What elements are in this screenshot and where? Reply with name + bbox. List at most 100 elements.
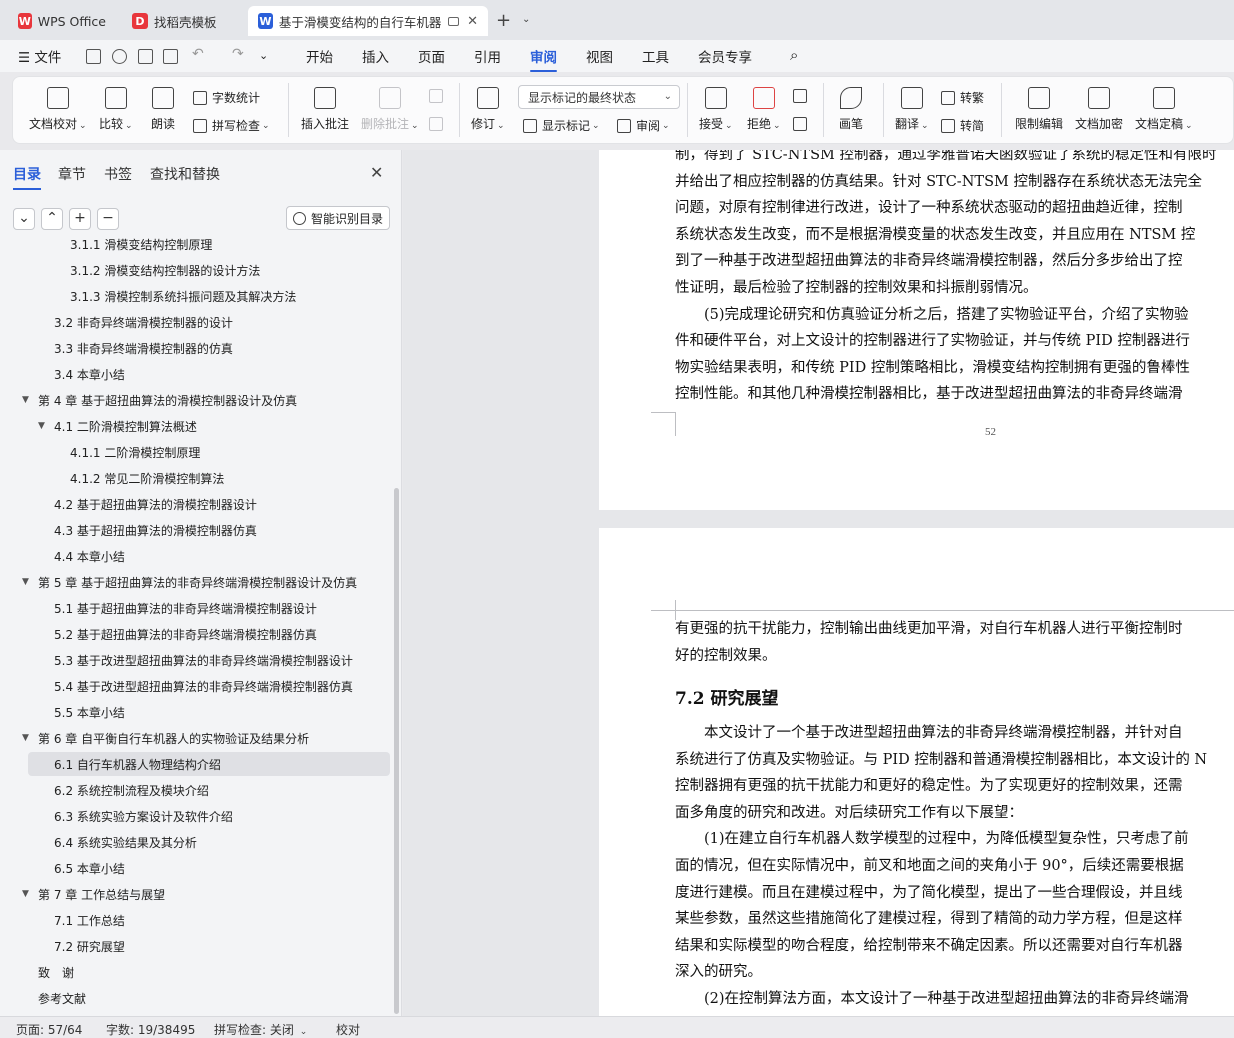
toc-item[interactable]: 3.2 非奇异终端滑模控制器的设计: [28, 310, 390, 334]
next-comment-icon[interactable]: [429, 117, 448, 131]
toc-item[interactable]: 6.4 系统实验结果及其分析: [28, 830, 390, 854]
close-tab-icon[interactable]: ✕: [467, 14, 478, 29]
menu-tab-insert[interactable]: 插入: [362, 46, 389, 66]
previous-change-icon[interactable]: [793, 89, 812, 103]
toc-item[interactable]: 7.2 研究展望: [28, 934, 390, 958]
proof-status[interactable]: 校对: [336, 1021, 360, 1038]
undo-icon[interactable]: ↶: [192, 46, 204, 62]
toc-item[interactable]: 5.3 基于改进型超扭曲算法的非奇异终端滑模控制器设计: [28, 648, 390, 672]
menu-tab-home[interactable]: 开始: [306, 46, 333, 66]
pen-button[interactable]: 画笔: [839, 87, 863, 132]
toc-item[interactable]: 5.4 基于改进型超扭曲算法的非奇异终端滑模控制器仿真: [28, 674, 390, 698]
redo-icon[interactable]: ↷: [232, 46, 244, 62]
expand-triangle-icon[interactable]: ▼: [22, 733, 29, 743]
toc-item[interactable]: 3.1.3 滑模控制系统抖振问题及其解决方法: [28, 284, 390, 308]
toc-item[interactable]: 5.5 本章小结: [28, 700, 390, 724]
toc-item[interactable]: 5.1 基于超扭曲算法的非奇异终端滑模控制器设计: [28, 596, 390, 620]
tab-document[interactable]: W 基于滑模变结构的自行车机器人 ✕: [248, 6, 488, 36]
page-indicator[interactable]: 页面: 57/64: [16, 1021, 82, 1038]
encrypt-button[interactable]: 文档加密: [1075, 87, 1123, 132]
word-count-button[interactable]: 字数统计: [193, 89, 260, 106]
smart-toc-button[interactable]: 智能识别目录: [286, 206, 390, 230]
translate-button[interactable]: 翻译 ⌄: [895, 87, 929, 132]
spell-check-status[interactable]: 拼写检查: 关闭 ⌄: [214, 1021, 307, 1038]
share-icon[interactable]: [112, 49, 127, 64]
finalize-button[interactable]: 文档定稿 ⌄: [1135, 87, 1193, 132]
menu-tab-tools[interactable]: 工具: [642, 46, 669, 66]
reject-button[interactable]: 拒绝 ⌄: [747, 87, 781, 132]
document-page[interactable]: 制，得到了 STC-NTSM 控制器，通过李雅普诺夫函数验证了系统的稳定性和有限…: [599, 150, 1234, 510]
to-traditional-button[interactable]: 转繁: [941, 89, 984, 106]
toc-item[interactable]: 致 谢: [28, 960, 390, 984]
word-count-indicator[interactable]: 字数: 19/38495: [106, 1021, 195, 1038]
toc-item[interactable]: 4.1.1 二阶滑模控制原理: [28, 440, 390, 464]
collapse-all-button[interactable]: ⌃: [41, 208, 63, 230]
spell-check-button[interactable]: 拼写检查 ⌄: [193, 117, 270, 134]
nav-tab-toc[interactable]: 目录: [13, 164, 41, 190]
close-icon[interactable]: ✕: [370, 163, 383, 182]
tab-wps-office[interactable]: W WPS Office: [8, 6, 116, 36]
next-change-icon[interactable]: [793, 117, 812, 131]
toc-item[interactable]: 4.2 基于超扭曲算法的滑模控制器设计: [28, 492, 390, 516]
toc-item[interactable]: ▼ 第 7 章 工作总结与展望: [22, 882, 390, 906]
toc-item[interactable]: 6.3 系统实验方案设计及软件介绍: [28, 804, 390, 828]
nav-tab-bookmarks[interactable]: 书签: [104, 164, 132, 184]
toc-item[interactable]: 3.4 本章小结: [28, 362, 390, 386]
previous-comment-icon[interactable]: [429, 89, 448, 103]
print-icon[interactable]: [138, 49, 153, 64]
toc-item[interactable]: 7.1 工作总结: [28, 908, 390, 932]
demote-button[interactable]: −: [97, 208, 119, 230]
nav-tab-sections[interactable]: 章节: [58, 164, 86, 184]
expand-triangle-icon[interactable]: ▼: [38, 421, 45, 431]
toc-item[interactable]: 3.1.1 滑模变结构控制原理: [28, 238, 390, 256]
review-pane-button[interactable]: 审阅 ⌄: [617, 117, 670, 134]
toc-item[interactable]: 4.3 基于超扭曲算法的滑模控制器仿真: [28, 518, 390, 542]
menu-tab-references[interactable]: 引用: [474, 46, 501, 66]
menu-tab-view[interactable]: 视图: [586, 46, 613, 66]
toc-item[interactable]: 参考文献: [28, 986, 390, 1010]
new-tab-button[interactable]: +: [496, 10, 511, 31]
menu-tab-page[interactable]: 页面: [418, 46, 445, 66]
toc-item[interactable]: 5.2 基于超扭曲算法的非奇异终端滑模控制器仿真: [28, 622, 390, 646]
document-area[interactable]: 制，得到了 STC-NTSM 控制器，通过李雅普诺夫函数验证了系统的稳定性和有限…: [403, 150, 1234, 1016]
toc-item[interactable]: 6.1 自行车机器人物理结构介绍: [28, 752, 390, 776]
search-icon[interactable]: ⌕: [790, 46, 798, 64]
insert-comment-button[interactable]: 插入批注: [301, 87, 349, 132]
expand-triangle-icon[interactable]: ▼: [22, 577, 29, 587]
document-page[interactable]: 有更强的抗干扰能力，控制输出曲线更加平滑，对自行车机器人进行平衡控制时 好的控制效…: [599, 528, 1234, 1016]
toc-item[interactable]: 4.4 本章小结: [28, 544, 390, 568]
tab-docer-templates[interactable]: D 找稻壳模板: [122, 6, 242, 36]
nav-scrollbar[interactable]: [394, 488, 399, 1014]
accept-button[interactable]: 接受 ⌄: [699, 87, 733, 132]
read-aloud-button[interactable]: 朗读: [151, 87, 175, 132]
compare-button[interactable]: 比较 ⌄: [99, 87, 133, 132]
file-menu[interactable]: ☰ 文件: [18, 46, 61, 66]
toc-item[interactable]: 6.5 本章小结: [28, 856, 390, 880]
toc-item[interactable]: 4.1.2 常见二阶滑模控制算法: [28, 466, 390, 490]
to-simplified-button[interactable]: 转简: [941, 117, 984, 134]
tab-list-chevron-icon[interactable]: ⌄: [522, 14, 530, 25]
toc-item[interactable]: ▼ 第 5 章 基于超扭曲算法的非奇异终端滑模控制器设计及仿真: [22, 570, 390, 594]
expand-triangle-icon[interactable]: ▼: [22, 889, 29, 899]
menu-tab-review[interactable]: 审阅: [530, 46, 557, 72]
doc-proof-button[interactable]: 文档校对 ⌄: [29, 87, 87, 132]
toc-item[interactable]: 3.1.2 滑模变结构控制器的设计方法: [28, 258, 390, 282]
monitor-icon[interactable]: [447, 16, 460, 26]
print-preview-icon[interactable]: [163, 49, 178, 64]
markup-mode-dropdown[interactable]: 显示标记的最终状态 ⌄: [518, 85, 680, 109]
toc-item[interactable]: ▼ 第 6 章 自平衡自行车机器人的实物验证及结果分析: [22, 726, 390, 750]
expand-triangle-icon[interactable]: ▼: [22, 395, 29, 405]
toc-item[interactable]: ▼ 4.1 二阶滑模控制算法概述: [28, 414, 390, 438]
delete-comment-button[interactable]: 删除批注 ⌄: [361, 87, 419, 132]
restrict-edit-button[interactable]: 限制编辑: [1015, 87, 1063, 132]
toc-item[interactable]: 3.3 非奇异终端滑模控制器的仿真: [28, 336, 390, 360]
promote-button[interactable]: +: [69, 208, 91, 230]
show-markup-button[interactable]: 显示标记 ⌄: [523, 117, 600, 134]
toc-item[interactable]: ▼ 第 4 章 基于超扭曲算法的滑模控制器设计及仿真: [22, 388, 390, 412]
quick-access-chevron-icon[interactable]: ⌄: [259, 49, 268, 62]
toc-item[interactable]: 6.2 系统控制流程及模块介绍: [28, 778, 390, 802]
menu-tab-member[interactable]: 会员专享: [698, 46, 752, 66]
expand-all-button[interactable]: ⌄: [13, 208, 35, 230]
track-changes-button[interactable]: 修订 ⌄: [471, 87, 505, 132]
save-icon[interactable]: [86, 49, 101, 64]
